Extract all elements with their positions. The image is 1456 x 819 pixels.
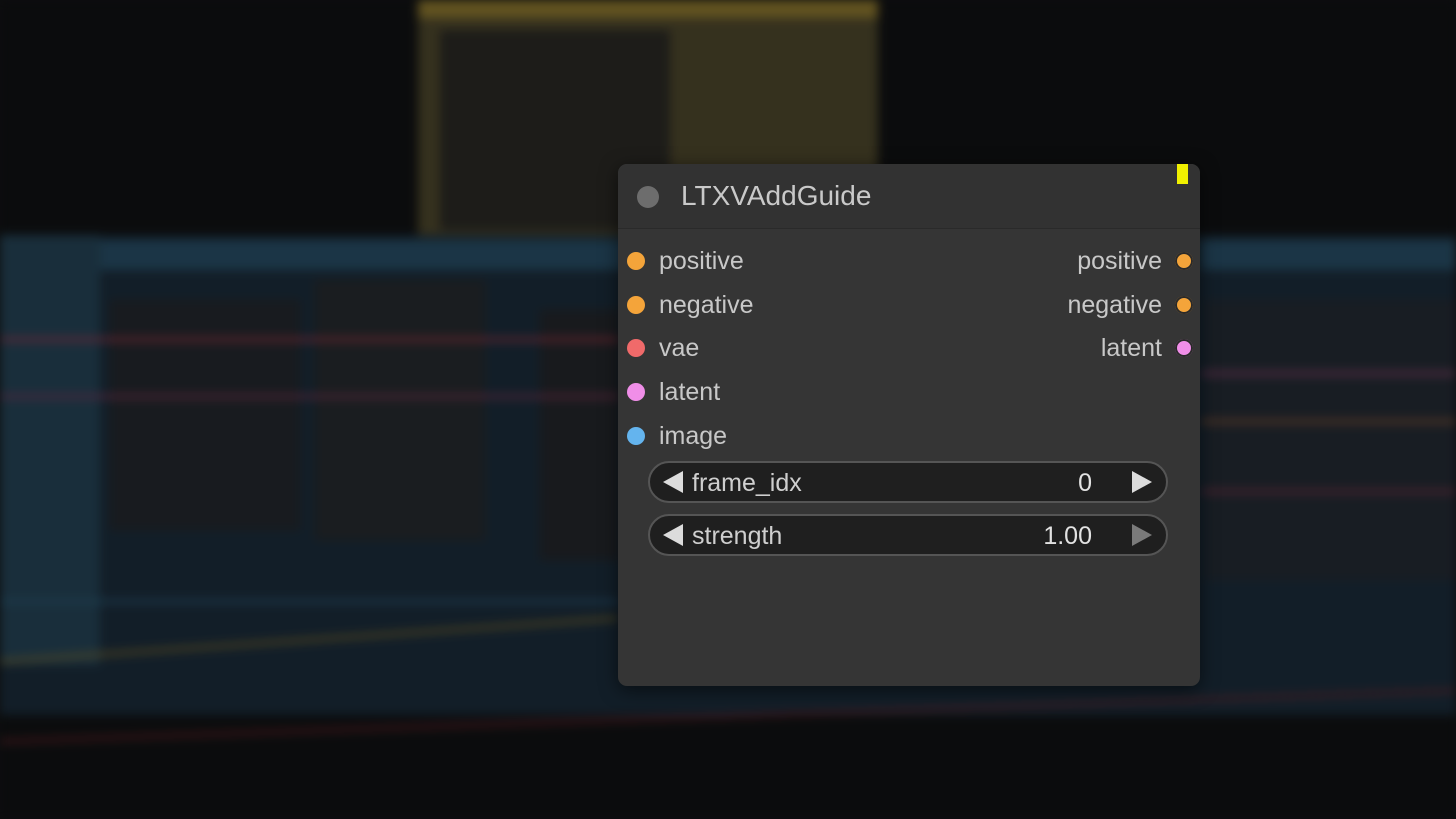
background-link bbox=[0, 395, 620, 398]
output-dot-icon[interactable] bbox=[1175, 339, 1193, 357]
background-node bbox=[315, 280, 485, 540]
triangle-right-icon bbox=[1132, 524, 1152, 546]
input-slot-negative[interactable]: negative bbox=[627, 288, 754, 322]
input-slot-positive[interactable]: positive bbox=[627, 244, 744, 278]
output-dot-icon[interactable] bbox=[1175, 296, 1193, 314]
badge-flag-icon bbox=[1177, 164, 1188, 184]
collapse-dot-icon[interactable] bbox=[637, 186, 659, 208]
frame-idx-widget[interactable]: frame_idx 0 bbox=[648, 461, 1168, 503]
output-slot-negative[interactable]: negative bbox=[1067, 288, 1193, 322]
background-group-header-right bbox=[1200, 240, 1456, 270]
triangle-right-icon bbox=[1132, 471, 1152, 493]
background-group-header bbox=[100, 240, 640, 270]
canvas[interactable]: LTXVAddGuide positive negative vae laten… bbox=[0, 0, 1456, 819]
input-slot-latent[interactable]: latent bbox=[627, 375, 720, 409]
widget-value[interactable]: 1.00 bbox=[1043, 520, 1092, 552]
strength-widget[interactable]: strength 1.00 bbox=[648, 514, 1168, 556]
triangle-left-icon bbox=[663, 471, 683, 493]
input-label: positive bbox=[659, 246, 744, 275]
widget-label: frame_idx bbox=[692, 469, 802, 497]
widget-label: strength bbox=[692, 522, 783, 550]
input-label: latent bbox=[659, 377, 721, 406]
background-link bbox=[0, 600, 620, 603]
output-slot-latent[interactable]: latent bbox=[1101, 331, 1193, 365]
output-dot-icon[interactable] bbox=[1175, 252, 1193, 270]
output-label: negative bbox=[1067, 290, 1162, 319]
output-slot-positive[interactable]: positive bbox=[1077, 244, 1193, 278]
background-link bbox=[1200, 420, 1456, 423]
widget-value[interactable]: 0 bbox=[1078, 467, 1092, 499]
background-node bbox=[1205, 300, 1456, 580]
input-label: vae bbox=[659, 333, 700, 362]
decrement-button[interactable] bbox=[661, 470, 685, 494]
input-dot-icon[interactable] bbox=[627, 296, 645, 314]
increment-button[interactable] bbox=[1130, 470, 1154, 494]
input-dot-icon[interactable] bbox=[627, 339, 645, 357]
background-link bbox=[1200, 372, 1456, 375]
output-label: latent bbox=[1100, 333, 1162, 362]
input-dot-icon[interactable] bbox=[627, 427, 645, 445]
output-label: positive bbox=[1077, 246, 1162, 275]
decrement-button[interactable] bbox=[661, 523, 685, 547]
input-label: negative bbox=[659, 290, 754, 319]
background-area bbox=[0, 715, 1456, 819]
background-node bbox=[540, 310, 620, 560]
background-node-header bbox=[418, 0, 878, 18]
background-node bbox=[110, 300, 300, 530]
background-link bbox=[0, 338, 620, 341]
triangle-left-icon bbox=[663, 524, 683, 546]
input-slot-vae[interactable]: vae bbox=[627, 331, 699, 365]
input-dot-icon[interactable] bbox=[627, 383, 645, 401]
input-dot-icon[interactable] bbox=[627, 252, 645, 270]
ltxv-add-guide-node[interactable]: LTXVAddGuide positive negative vae laten… bbox=[618, 164, 1200, 686]
background-link bbox=[1200, 490, 1456, 493]
node-title: LTXVAddGuide bbox=[681, 180, 872, 211]
input-slot-image[interactable]: image bbox=[627, 419, 727, 453]
increment-button[interactable] bbox=[1130, 523, 1154, 547]
input-label: image bbox=[659, 421, 728, 450]
node-header[interactable]: LTXVAddGuide bbox=[618, 164, 1200, 229]
